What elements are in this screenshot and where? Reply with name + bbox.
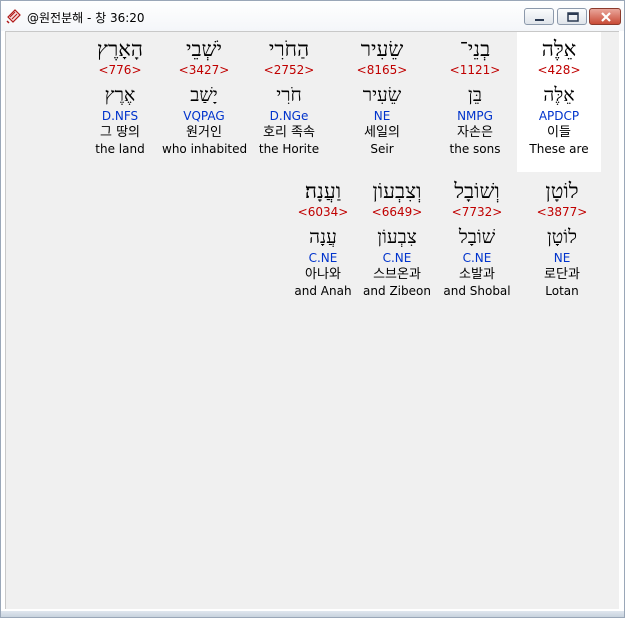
hebrew-lexeme: שֵׂעִיר	[362, 84, 402, 106]
morphology-code: C.NE	[462, 251, 492, 265]
strong-number: <8165>	[356, 63, 408, 77]
strong-number: <428>	[537, 63, 581, 77]
window-title: @원전분해 - 창 36:20	[27, 11, 145, 25]
english-gloss: the Horite	[258, 142, 320, 156]
hebrew-surface-word: בְנֵי־	[459, 37, 491, 61]
korean-gloss: 로단과	[544, 267, 580, 282]
korean-gloss: 자손은	[457, 125, 493, 140]
strong-number: <6649>	[371, 205, 423, 219]
english-gloss: the land	[95, 142, 145, 156]
word-block-4[interactable]: הַחֹרִי <2752> חֹרִי D.NGe 호리 족속 the Hor…	[247, 32, 331, 157]
hebrew-surface-word: שֵׂעִיר	[360, 37, 404, 61]
bible-app-icon	[6, 9, 21, 24]
hebrew-lexeme: חֹרִי	[276, 84, 302, 106]
minimize-icon	[535, 19, 544, 21]
minimize-button[interactable]	[524, 8, 554, 25]
english-gloss: who inhabited	[162, 142, 248, 156]
hebrew-lexeme: אֵלֶּה	[543, 84, 575, 106]
hebrew-surface-word: אֵלֶּה	[541, 37, 577, 61]
english-gloss: and Zibeon	[363, 284, 431, 298]
hebrew-lexeme: צִבְעוֹן	[377, 226, 417, 248]
strong-number: <6034>	[297, 205, 349, 219]
strong-number: <3877>	[536, 205, 588, 219]
korean-gloss: 스브온과	[373, 267, 421, 282]
korean-gloss: 그 땅의	[99, 125, 140, 140]
close-icon	[601, 12, 611, 22]
strong-number: <7732>	[451, 205, 503, 219]
word-block-10[interactable]: וַעֲנָה׃ <6034> עֲנָה C.NE 아나와 and Anah	[281, 174, 365, 299]
korean-gloss: 아나와	[305, 267, 341, 282]
morphology-code: NE	[553, 251, 571, 265]
hebrew-lexeme: לוֹטָן	[546, 226, 578, 248]
word-block-6[interactable]: הָאָרֶץ <776> אֶרֶץ D.NFS 그 땅의 the land	[78, 32, 162, 157]
hebrew-surface-word: וְצִבְעוֹן	[372, 179, 422, 203]
strong-number: <2752>	[263, 63, 315, 77]
morphology-code: C.NE	[308, 251, 338, 265]
word-block-5[interactable]: יֹשְׁבֵי <3427> יָשַׁב VQPAG 원거인 who inh…	[162, 32, 248, 157]
morphology-code: D.NGe	[269, 109, 309, 123]
hebrew-surface-word: יֹשְׁבֵי	[185, 37, 222, 61]
hebrew-lexeme: שׁוֹבָל	[458, 226, 496, 248]
morphology-code: NE	[373, 109, 391, 123]
hebrew-lexeme: יָשַׁב	[190, 84, 218, 106]
maximize-button[interactable]	[557, 8, 587, 25]
close-button[interactable]	[589, 8, 621, 25]
english-gloss: and Anah	[294, 284, 352, 298]
hebrew-surface-word: וַעֲנָה׃	[304, 179, 342, 203]
morphology-code: NMPG	[457, 109, 493, 123]
korean-gloss: 호리 족속	[263, 125, 315, 140]
hebrew-lexeme: בֵּן	[468, 84, 482, 106]
strong-number: <1121>	[449, 63, 501, 77]
word-block-7[interactable]: לוֹטָן <3877> לוֹטָן NE 로단과 Lotan	[520, 174, 604, 299]
morphology-code: D.NFS	[101, 109, 139, 123]
korean-gloss: 소발과	[459, 267, 495, 282]
english-gloss: These are	[529, 142, 589, 156]
hebrew-lexeme: עֲנָה	[309, 226, 337, 248]
title-bar[interactable]: @원전분해 - 창 36:20	[1, 1, 624, 31]
app-window: @원전분해 - 창 36:20 אֵלֶּה <428> אֵלֶּה APDC…	[0, 0, 625, 618]
strong-number: <776>	[98, 63, 142, 77]
strong-number: <3427>	[178, 63, 230, 77]
english-gloss: and Shobal	[443, 284, 511, 298]
word-block-3[interactable]: שֵׂעִיר <8165> שֵׂעִיר NE 세일의 Seir	[340, 32, 424, 157]
hebrew-lexeme: אֶרֶץ	[104, 84, 136, 106]
morphology-code: VQPAG	[183, 109, 225, 123]
morphology-code: APDCP	[538, 109, 580, 123]
maximize-icon	[567, 12, 579, 22]
word-block-2[interactable]: בְנֵי־ <1121> בֵּן NMPG 자손은 the sons	[433, 32, 517, 157]
word-block-9[interactable]: וְצִבְעוֹן <6649> צִבְעוֹן C.NE 스브온과 and…	[355, 174, 439, 299]
korean-gloss: 세일의	[364, 125, 400, 140]
word-block-1[interactable]: אֵלֶּה <428> אֵלֶּה APDCP 이들 These are	[517, 32, 601, 172]
hebrew-surface-word: הָאָרֶץ	[97, 37, 143, 61]
english-gloss: the sons	[449, 142, 501, 156]
word-block-8[interactable]: וְשׁוֹבָל <7732> שׁוֹבָל C.NE 소발과 and Sh…	[435, 174, 519, 299]
morphology-code: C.NE	[382, 251, 412, 265]
hebrew-surface-word: וְשׁוֹבָל	[454, 179, 500, 203]
english-gloss: Lotan	[545, 284, 579, 298]
hebrew-surface-word: לוֹטָן	[545, 179, 579, 203]
window-bottom-border	[1, 611, 624, 617]
korean-gloss: 원거인	[186, 125, 222, 140]
analysis-pane: אֵלֶּה <428> אֵלֶּה APDCP 이들 These are ב…	[5, 31, 619, 609]
english-gloss: Seir	[370, 142, 394, 156]
hebrew-surface-word: הַחֹרִי	[268, 37, 310, 61]
korean-gloss: 이들	[547, 125, 571, 140]
